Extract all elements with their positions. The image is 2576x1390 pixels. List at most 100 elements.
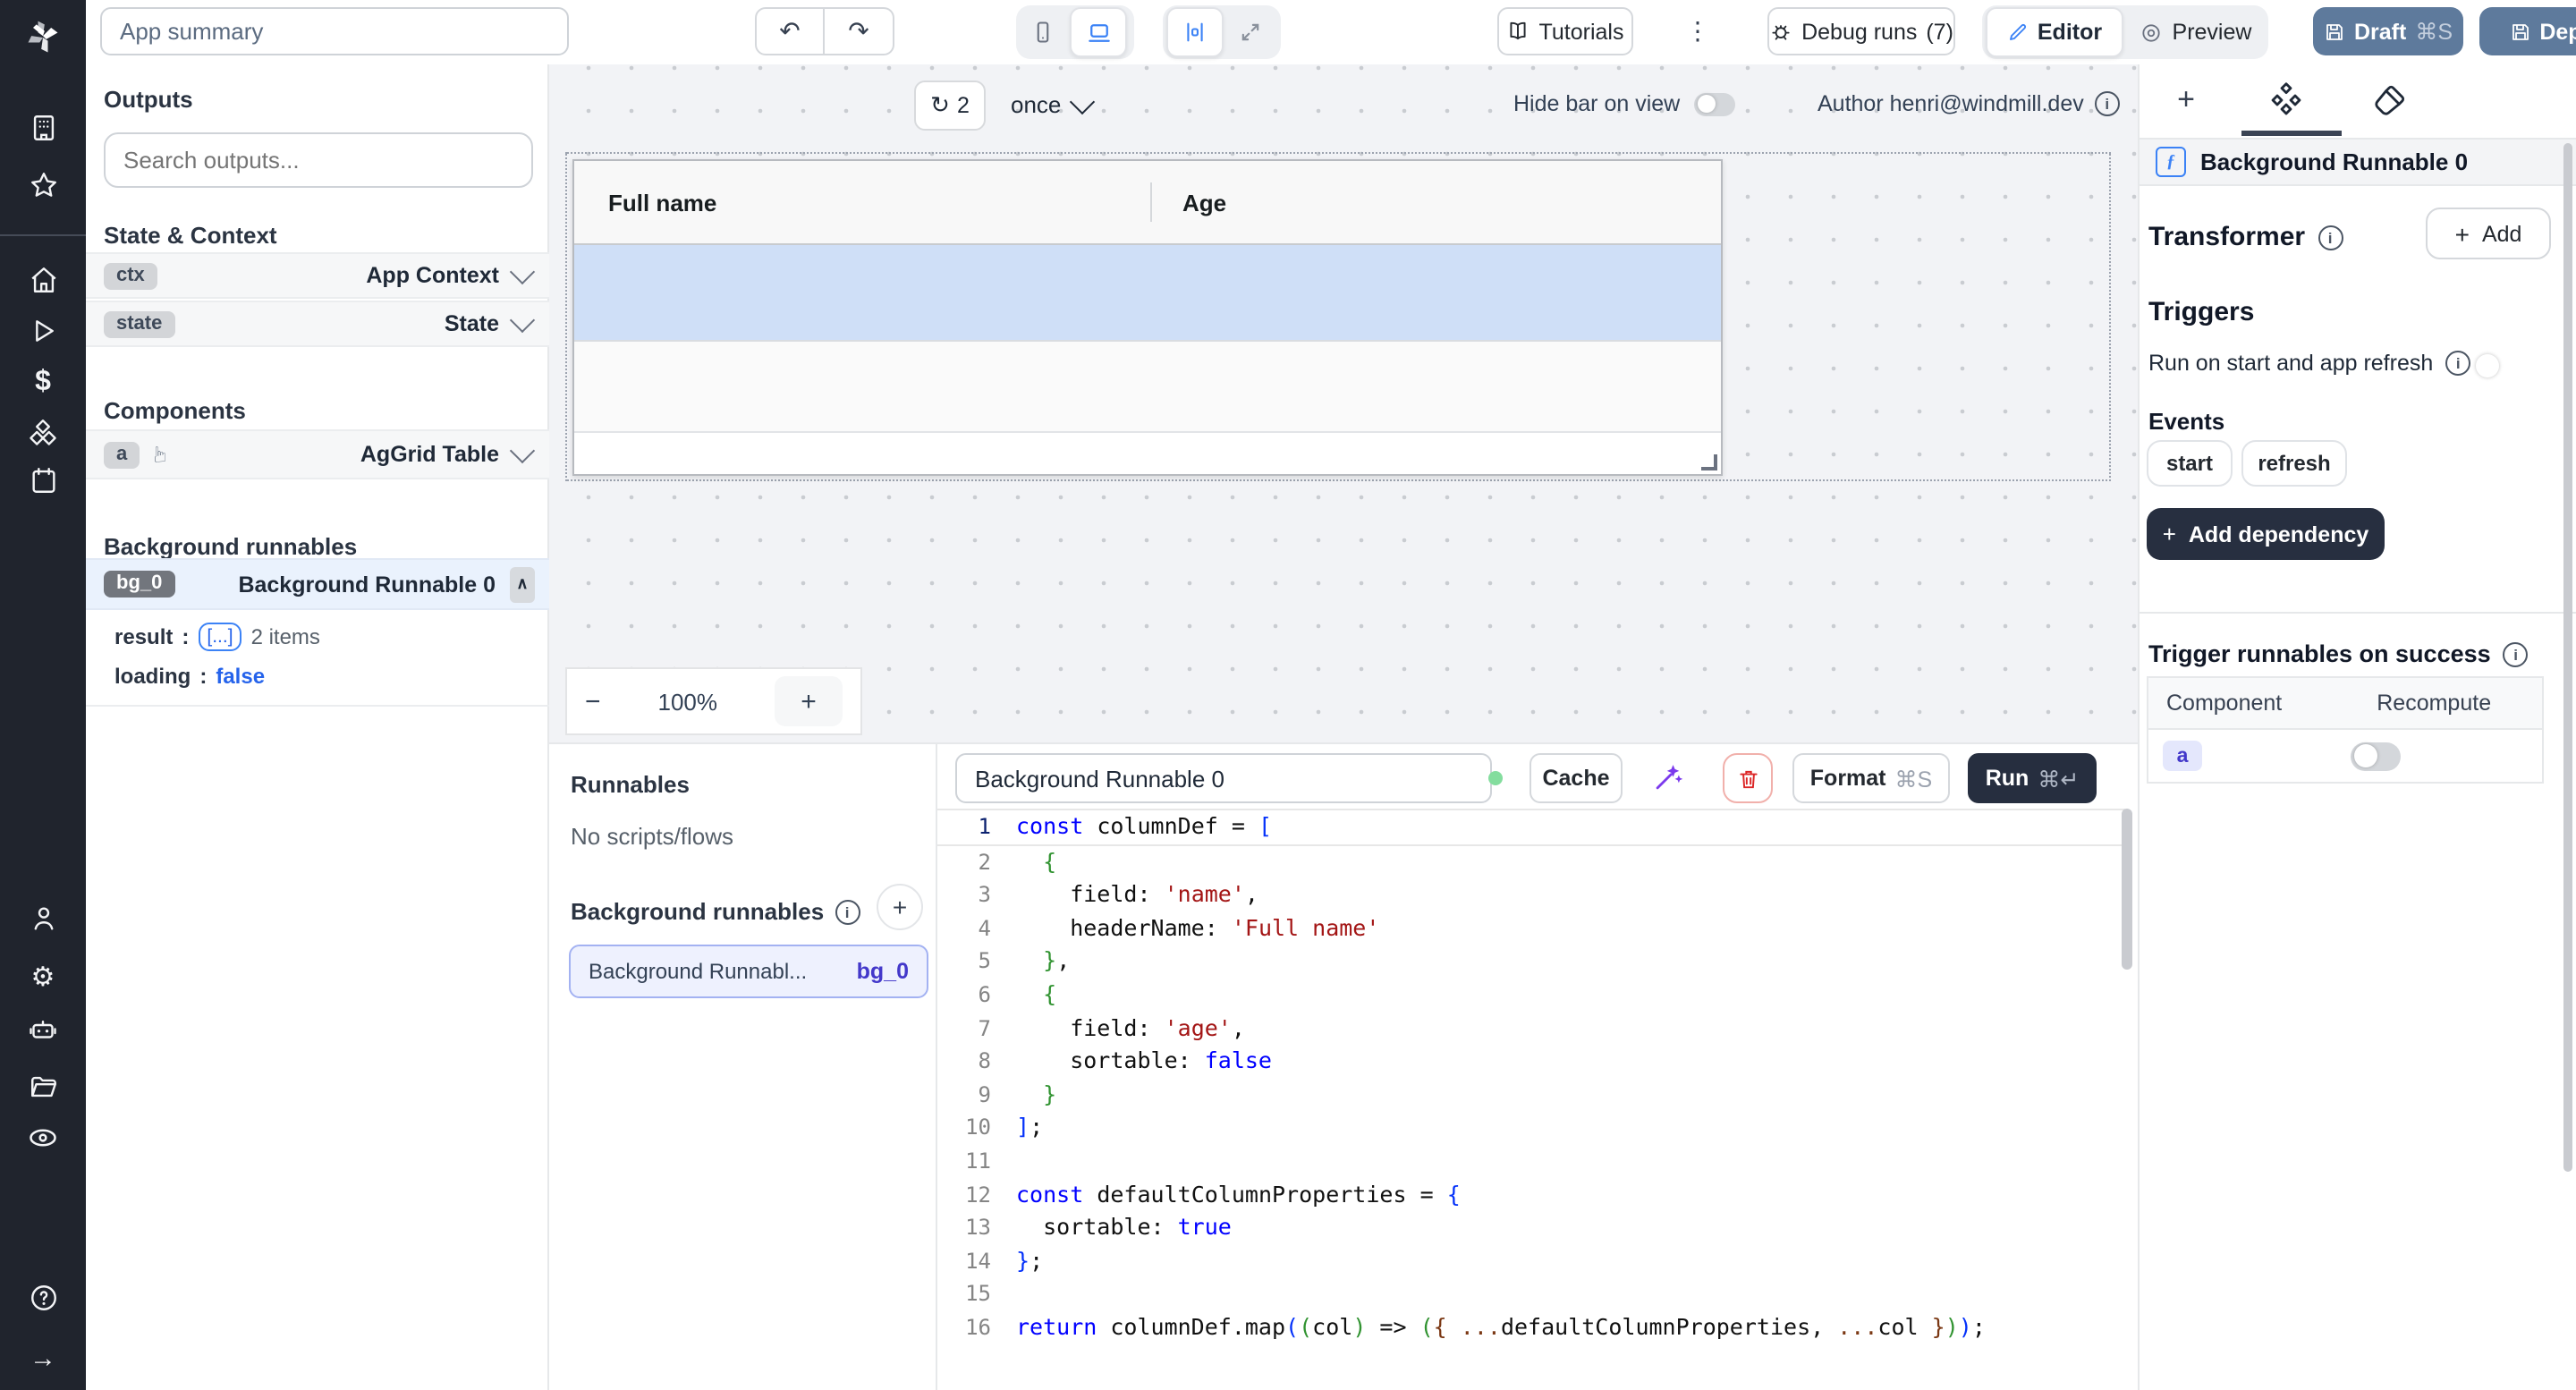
tab-add-plus-icon[interactable]: + (2165, 79, 2207, 122)
search-outputs-input[interactable] (104, 132, 533, 188)
author-label: Author henri@windmill.dev (1818, 91, 2084, 116)
info-icon[interactable]: i (2504, 641, 2529, 666)
result-expand-chip[interactable]: [...] (198, 623, 242, 651)
hide-bar-toggle[interactable] (1694, 92, 1735, 115)
chevron-down-icon[interactable] (510, 259, 535, 284)
redo-button[interactable]: ↷ (825, 7, 894, 55)
user-icon[interactable] (0, 894, 86, 941)
code-line[interactable]: 9 } (937, 1079, 2125, 1112)
run-button[interactable]: Run ⌘↵ (1968, 753, 2097, 803)
ai-robot-icon[interactable] (0, 1007, 86, 1054)
chevron-down-icon[interactable] (510, 438, 535, 463)
code-line[interactable]: 5 }, (937, 945, 2125, 979)
home-icon[interactable] (0, 256, 86, 302)
runs-play-icon[interactable] (0, 308, 86, 354)
code-line[interactable]: 13 sortable: true (937, 1211, 2125, 1244)
components-title: Components (104, 397, 246, 424)
debug-runs-button[interactable]: Debug runs (7) (1767, 7, 1955, 55)
code-line[interactable]: 2 { (937, 845, 2125, 878)
code-line[interactable]: 6 { (937, 979, 2125, 1012)
resize-handle[interactable] (1701, 454, 1717, 470)
ctx-badge: ctx (104, 262, 157, 289)
ai-wand-icon[interactable] (1651, 760, 1685, 794)
more-menu-kebab-icon[interactable]: ⋮ (1683, 7, 1712, 55)
code-line[interactable]: 16return columnDef.map((col) => ({ ...de… (937, 1311, 2125, 1344)
frequency-dropdown[interactable]: once (1011, 81, 1091, 127)
bg-runnable-item-id: bg_0 (857, 959, 909, 984)
mobile-view-button[interactable] (1016, 20, 1070, 45)
code-line[interactable]: 1const columnDef = [ (937, 809, 2125, 845)
add-transformer-button[interactable]: + Add (2426, 208, 2551, 259)
code-line[interactable]: 14}; (937, 1244, 2125, 1277)
runnable-name-input[interactable] (955, 753, 1492, 803)
info-icon[interactable]: i (2445, 351, 2470, 376)
code-line[interactable]: 12const defaultColumnProperties = { (937, 1178, 2125, 1211)
tutorials-label: Tutorials (1539, 19, 1624, 44)
folders-icon[interactable] (0, 1063, 86, 1109)
info-icon[interactable]: i (2318, 225, 2343, 250)
output-row-component-a[interactable]: a ☞ AgGrid Table (86, 429, 549, 479)
chevron-down-icon[interactable] (510, 308, 535, 333)
code-line[interactable]: 4 headerName: 'Full name' (937, 912, 2125, 945)
recompute-toggle[interactable] (2351, 742, 2401, 770)
format-button[interactable]: Format ⌘S (1792, 753, 1950, 803)
editor-tab[interactable]: Editor (1986, 7, 2123, 57)
right-panel-scrollbar[interactable] (2563, 143, 2572, 1172)
tab-styling-brush-icon[interactable] (2372, 82, 2408, 118)
code-line[interactable]: 3 field: 'name', (937, 878, 2125, 911)
undo-button[interactable]: ↶ (755, 7, 825, 55)
tutorials-button[interactable]: Tutorials (1497, 7, 1633, 55)
code-line[interactable]: 15 (937, 1278, 2125, 1311)
ctx-type-label: App Context (366, 263, 499, 288)
info-icon[interactable]: i (2095, 91, 2120, 116)
aggrid-table-component[interactable]: Full name Age (572, 159, 1723, 476)
event-chip-start[interactable]: start (2147, 440, 2233, 487)
preview-tab[interactable]: Preview (2123, 20, 2268, 45)
collapse-arrow-icon[interactable]: → (0, 1335, 86, 1381)
help-icon[interactable] (0, 1274, 86, 1320)
table-row[interactable] (574, 342, 1721, 433)
column-divider[interactable] (1150, 182, 1152, 222)
output-row-bg0[interactable]: bg_0 Background Runnable 0 ∧ (86, 558, 549, 610)
refresh-count-button[interactable]: ↻ 2 (914, 81, 986, 131)
settings-gear-icon[interactable]: ⚙ (0, 954, 86, 1000)
output-row-state[interactable]: state State (86, 301, 549, 347)
zoom-in-button[interactable]: + (775, 676, 843, 726)
component-a-chip[interactable]: a (2163, 741, 2202, 771)
code-line[interactable]: 10]; (937, 1112, 2125, 1145)
code-line[interactable]: 7 field: 'age', (937, 1012, 2125, 1045)
workspace-icon[interactable] (0, 104, 86, 150)
code-line[interactable]: 11 (937, 1145, 2125, 1178)
table-row-selected[interactable] (574, 245, 1721, 342)
table-col-age[interactable]: Age (1182, 189, 1226, 216)
chevron-up-icon[interactable]: ∧ (510, 566, 535, 602)
table-col-fullname[interactable]: Full name (608, 189, 716, 216)
observability-eye-icon[interactable] (0, 1115, 86, 1161)
resources-boxes-icon[interactable] (0, 411, 86, 458)
code-scrollbar[interactable] (2122, 809, 2132, 970)
cache-button[interactable]: Cache (1530, 753, 1623, 803)
add-dependency-button[interactable]: + Add dependency (2147, 508, 2385, 560)
variables-dollar-icon[interactable]: $ (0, 360, 86, 406)
draft-button[interactable]: Draft ⌘S (2313, 7, 2463, 55)
info-icon[interactable]: i (835, 899, 860, 924)
zoom-out-button[interactable]: − (585, 686, 601, 716)
code-area[interactable]: 1const columnDef = [2 {3 field: 'name',4… (937, 809, 2125, 1344)
event-chip-refresh[interactable]: refresh (2241, 440, 2347, 487)
windmill-logo-icon[interactable] (0, 14, 86, 61)
code-line[interactable]: 8 sortable: false (937, 1045, 2125, 1078)
output-row-ctx[interactable]: ctx App Context (86, 252, 549, 299)
bg-runnable-item-selected[interactable]: Background Runnabl... bg_0 (569, 945, 928, 998)
tab-components-icon[interactable] (2268, 82, 2304, 118)
add-bg-runnable-button[interactable]: + (877, 884, 923, 930)
desktop-view-button[interactable] (1070, 7, 1127, 57)
trigger-table-row: a (2148, 730, 2542, 782)
center-align-button[interactable] (1166, 7, 1224, 57)
favorites-star-icon[interactable] (0, 161, 86, 208)
deploy-button[interactable]: Deploy (2479, 7, 2576, 55)
expand-button[interactable] (1224, 20, 1277, 45)
delete-runnable-button[interactable] (1723, 753, 1773, 803)
schedules-calendar-icon[interactable] (0, 456, 86, 503)
app-summary-input[interactable] (100, 7, 569, 55)
runnable-header-bar: ƒ Background Runnable 0 (2140, 138, 2576, 186)
